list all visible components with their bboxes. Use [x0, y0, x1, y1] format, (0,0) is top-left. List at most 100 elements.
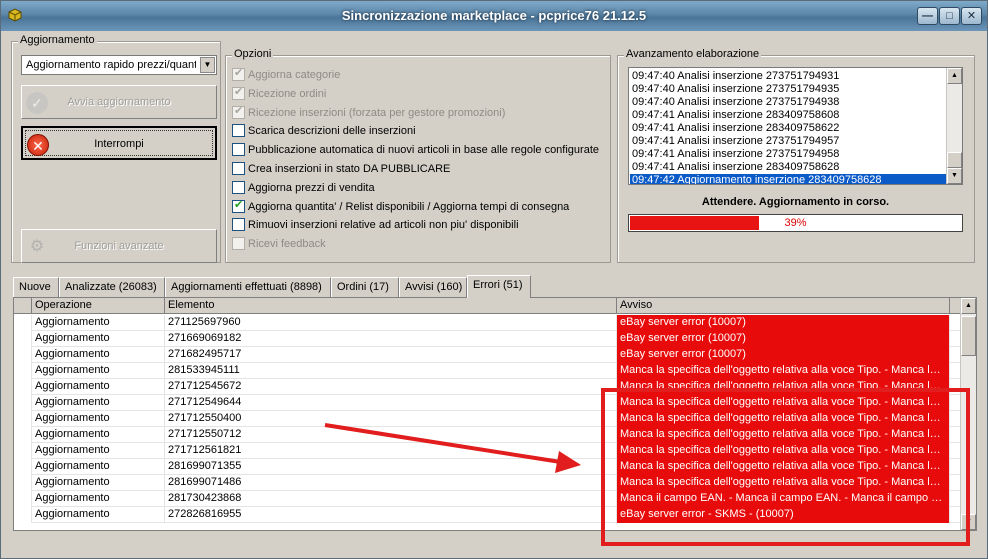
checkbox[interactable]: ✔ [232, 86, 245, 100]
table-row[interactable]: Aggiornamento 271712549644 Manca la specif… [14, 395, 962, 411]
cell-operazione: Aggiornamento [32, 507, 165, 523]
option-checkbox[interactable]: ✔ Aggiorna categorie [232, 67, 341, 86]
maximize-button[interactable]: □ [939, 7, 960, 25]
row-indicator[interactable] [14, 379, 32, 395]
client-area: Aggiornamento Aggiornamento rapido prezz… [5, 31, 983, 556]
option-checkbox[interactable]: ✔ Aggiorna quantita' / Relist disponibili… [232, 198, 569, 218]
cell-elemento: 271712550400 [165, 411, 617, 427]
option-checkbox[interactable]: Ricevi feedback [232, 237, 326, 255]
title-bar[interactable]: Sincronizzazione marketplace - pcprice76… [1, 1, 987, 31]
cell-operazione: Aggiornamento [32, 315, 165, 331]
option-checkbox[interactable]: Scarica descrizioni delle inserzioni [232, 124, 416, 142]
row-indicator[interactable] [14, 395, 32, 411]
advanced-functions-button[interactable]: ⚙ Funzioni avanzate [21, 229, 217, 263]
checkbox[interactable] [232, 162, 245, 175]
table-row[interactable]: Aggiornamento 271712550400 Manca la specif… [14, 411, 962, 427]
tab-5[interactable]: Errori (51) [467, 275, 531, 298]
checkbox[interactable]: ✔ [232, 67, 245, 81]
option-checkbox[interactable]: Rimuovi inserzioni relative ad articoli … [232, 218, 519, 236]
grid-scrollbar[interactable]: ▲ ▼ [960, 298, 976, 530]
table-row[interactable]: Aggiornamento 281730423868 Manca il campo … [14, 491, 962, 507]
option-checkbox[interactable]: Pubblicazione automatica di nuovi artico… [232, 143, 599, 161]
scroll-up-icon[interactable]: ▲ [961, 298, 976, 314]
close-button[interactable]: ✕ [961, 7, 982, 25]
table-row[interactable]: Aggiornamento 281699071355 Manca la specif… [14, 459, 962, 475]
tab-2[interactable]: Aggiornamenti effettuati (8898) [165, 277, 331, 297]
table-row[interactable]: Aggiornamento 272826816955 eBay server err… [14, 507, 962, 523]
option-label: Aggiorna categorie [248, 69, 341, 81]
stop-button[interactable]: ✕ Interrompi [21, 126, 217, 160]
table-row[interactable]: Aggiornamento 271125697960 eBay server err… [14, 315, 962, 331]
table-row[interactable]: Aggiornamento 281533945111 Manca la specif… [14, 363, 962, 379]
scroll-down-icon[interactable]: ▼ [961, 514, 976, 530]
log-line[interactable]: 09:47:41 Analisi inserzione 283409758608 [632, 109, 947, 122]
row-indicator[interactable] [14, 459, 32, 475]
table-row[interactable]: Aggiornamento 271682495717 eBay server err… [14, 347, 962, 363]
cell-operazione: Aggiornamento [32, 395, 165, 411]
check-icon: ✔ [234, 198, 244, 211]
checkbox[interactable] [232, 218, 245, 232]
scroll-thumb[interactable] [961, 316, 976, 356]
option-checkbox[interactable]: ✔ Ricezione ordini [232, 86, 326, 105]
row-indicator[interactable] [14, 491, 32, 507]
checkbox[interactable] [232, 143, 245, 157]
log-scrollbar[interactable]: ▲ ▼ [946, 68, 962, 184]
table-row[interactable]: Aggiornamento 271712561821 Manca la specif… [14, 443, 962, 459]
scroll-down-icon[interactable]: ▼ [947, 168, 962, 184]
scroll-up-icon[interactable]: ▲ [947, 68, 962, 84]
log-line[interactable]: 09:47:40 Analisi inserzione 273751794931 [632, 70, 947, 83]
option-checkbox[interactable]: Aggiorna prezzi di vendita [232, 180, 375, 199]
checkbox[interactable] [232, 124, 245, 138]
log-line[interactable]: 09:47:40 Analisi inserzione 273751794938 [632, 96, 947, 109]
start-update-button[interactable]: ✓ Avvia aggiornamento [21, 85, 217, 119]
table-row[interactable]: Aggiornamento 271669069182 eBay server err… [14, 331, 962, 347]
chevron-down-icon[interactable]: ▼ [200, 57, 215, 73]
log-line[interactable]: 09:47:40 Analisi inserzione 273751794935 [632, 83, 947, 96]
progress-log-list[interactable]: 09:47:40 Analisi inserzione 273751794931… [628, 67, 963, 185]
row-indicator[interactable] [14, 443, 32, 459]
checkbox[interactable] [232, 180, 245, 194]
cell-avviso: eBay server error - SKMS - (10007) [617, 507, 950, 523]
row-indicator[interactable] [14, 411, 32, 427]
row-indicator[interactable] [14, 427, 32, 443]
cell-avviso: Manca il campo EAN. - Manca il campo EAN… [617, 491, 950, 507]
row-indicator[interactable] [14, 331, 32, 347]
column-header-avviso[interactable]: Avviso [617, 298, 950, 314]
tab-4[interactable]: Avvisi (160) [399, 277, 467, 297]
cell-elemento: 271712561821 [165, 443, 617, 459]
row-indicator[interactable] [14, 347, 32, 363]
row-indicator[interactable] [14, 363, 32, 379]
table-row[interactable]: Aggiornamento 271712545672 Manca la specif… [14, 379, 962, 395]
row-indicator[interactable] [14, 475, 32, 491]
table-row[interactable]: Aggiornamento 271712550712 Manca la specif… [14, 427, 962, 443]
cell-operazione: Aggiornamento [32, 475, 165, 491]
row-indicator[interactable] [14, 315, 32, 331]
tab-3[interactable]: Ordini (17) [331, 277, 399, 297]
column-header-elemento[interactable]: Elemento [165, 298, 617, 314]
cell-avviso: Manca la specifica dell'oggetto relativa… [617, 459, 950, 475]
cell-elemento: 281730423868 [165, 491, 617, 507]
errors-grid[interactable]: Operazione Elemento Avviso Aggiornamento… [13, 297, 977, 531]
log-line[interactable]: 09:47:41 Analisi inserzione 283409758628 [632, 161, 947, 174]
update-mode-select[interactable]: Aggiornamento rapido prezzi/quantit ▼ [21, 55, 217, 75]
tab-0[interactable]: Nuove [13, 277, 59, 297]
grid-header-corner [14, 298, 32, 314]
log-line[interactable]: 09:47:41 Analisi inserzione 283409758622 [632, 122, 947, 135]
minimize-button[interactable]: — [917, 7, 938, 25]
cell-elemento: 271712545672 [165, 379, 617, 395]
table-row[interactable]: Aggiornamento 281699071486 Manca la specif… [14, 475, 962, 491]
checkbox[interactable]: ✔ [232, 198, 245, 213]
scroll-thumb[interactable] [947, 152, 962, 168]
checkbox[interactable] [232, 237, 245, 251]
tab-1[interactable]: Analizzate (26083) [59, 277, 165, 297]
log-line[interactable]: 09:47:42 Aggiornamento inserzione 283409… [630, 174, 948, 184]
cell-operazione: Aggiornamento [32, 491, 165, 507]
log-line[interactable]: 09:47:41 Analisi inserzione 273751794958 [632, 148, 947, 161]
checkbox[interactable]: ✔ [232, 105, 245, 119]
progress-bar: 39% [628, 214, 963, 232]
option-checkbox[interactable]: Crea inserzioni in stato DA PUBBLICARE [232, 162, 450, 180]
column-header-operazione[interactable]: Operazione [32, 298, 165, 314]
option-checkbox[interactable]: ✔ Ricezione inserzioni (forzata per gesto… [232, 105, 505, 124]
log-line[interactable]: 09:47:41 Analisi inserzione 273751794957 [632, 135, 947, 148]
row-indicator[interactable] [14, 507, 32, 523]
